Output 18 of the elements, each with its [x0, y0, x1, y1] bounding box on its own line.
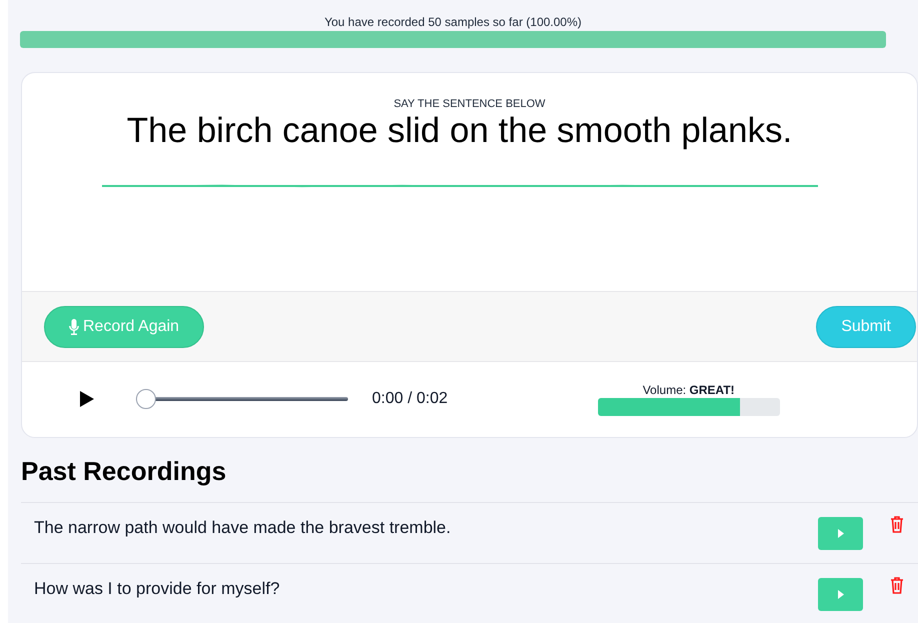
microphone-icon	[69, 318, 79, 334]
trash-icon[interactable]	[890, 516, 904, 533]
submit-button[interactable]: Submit	[816, 306, 916, 348]
play-icon	[838, 529, 844, 538]
section-heading: Past Recordings	[21, 455, 228, 488]
prompt-caption: SAY THE SENTENCE BELOW	[394, 97, 546, 111]
progress-label: You have recorded 50 samples so far (100.00%)	[324, 14, 582, 30]
seek-thumb[interactable]	[136, 389, 156, 409]
seek-slider[interactable]	[136, 389, 348, 409]
playback-time: 0:00 / 0:02	[372, 389, 448, 409]
play-icon	[838, 590, 844, 599]
trash-icon[interactable]	[890, 577, 904, 594]
recording-sentence: How was I to provide for myself?	[34, 578, 281, 600]
volume-label: Volume: GREAT!	[642, 382, 735, 398]
play-icon[interactable]	[80, 391, 94, 407]
record-again-button[interactable]: Record Again	[44, 306, 204, 348]
recording-sentence: The narrow path would have made the bravest tremble.	[34, 517, 452, 539]
prompt-sentence: The birch canoe slid on the smooth planks.	[126, 111, 792, 151]
